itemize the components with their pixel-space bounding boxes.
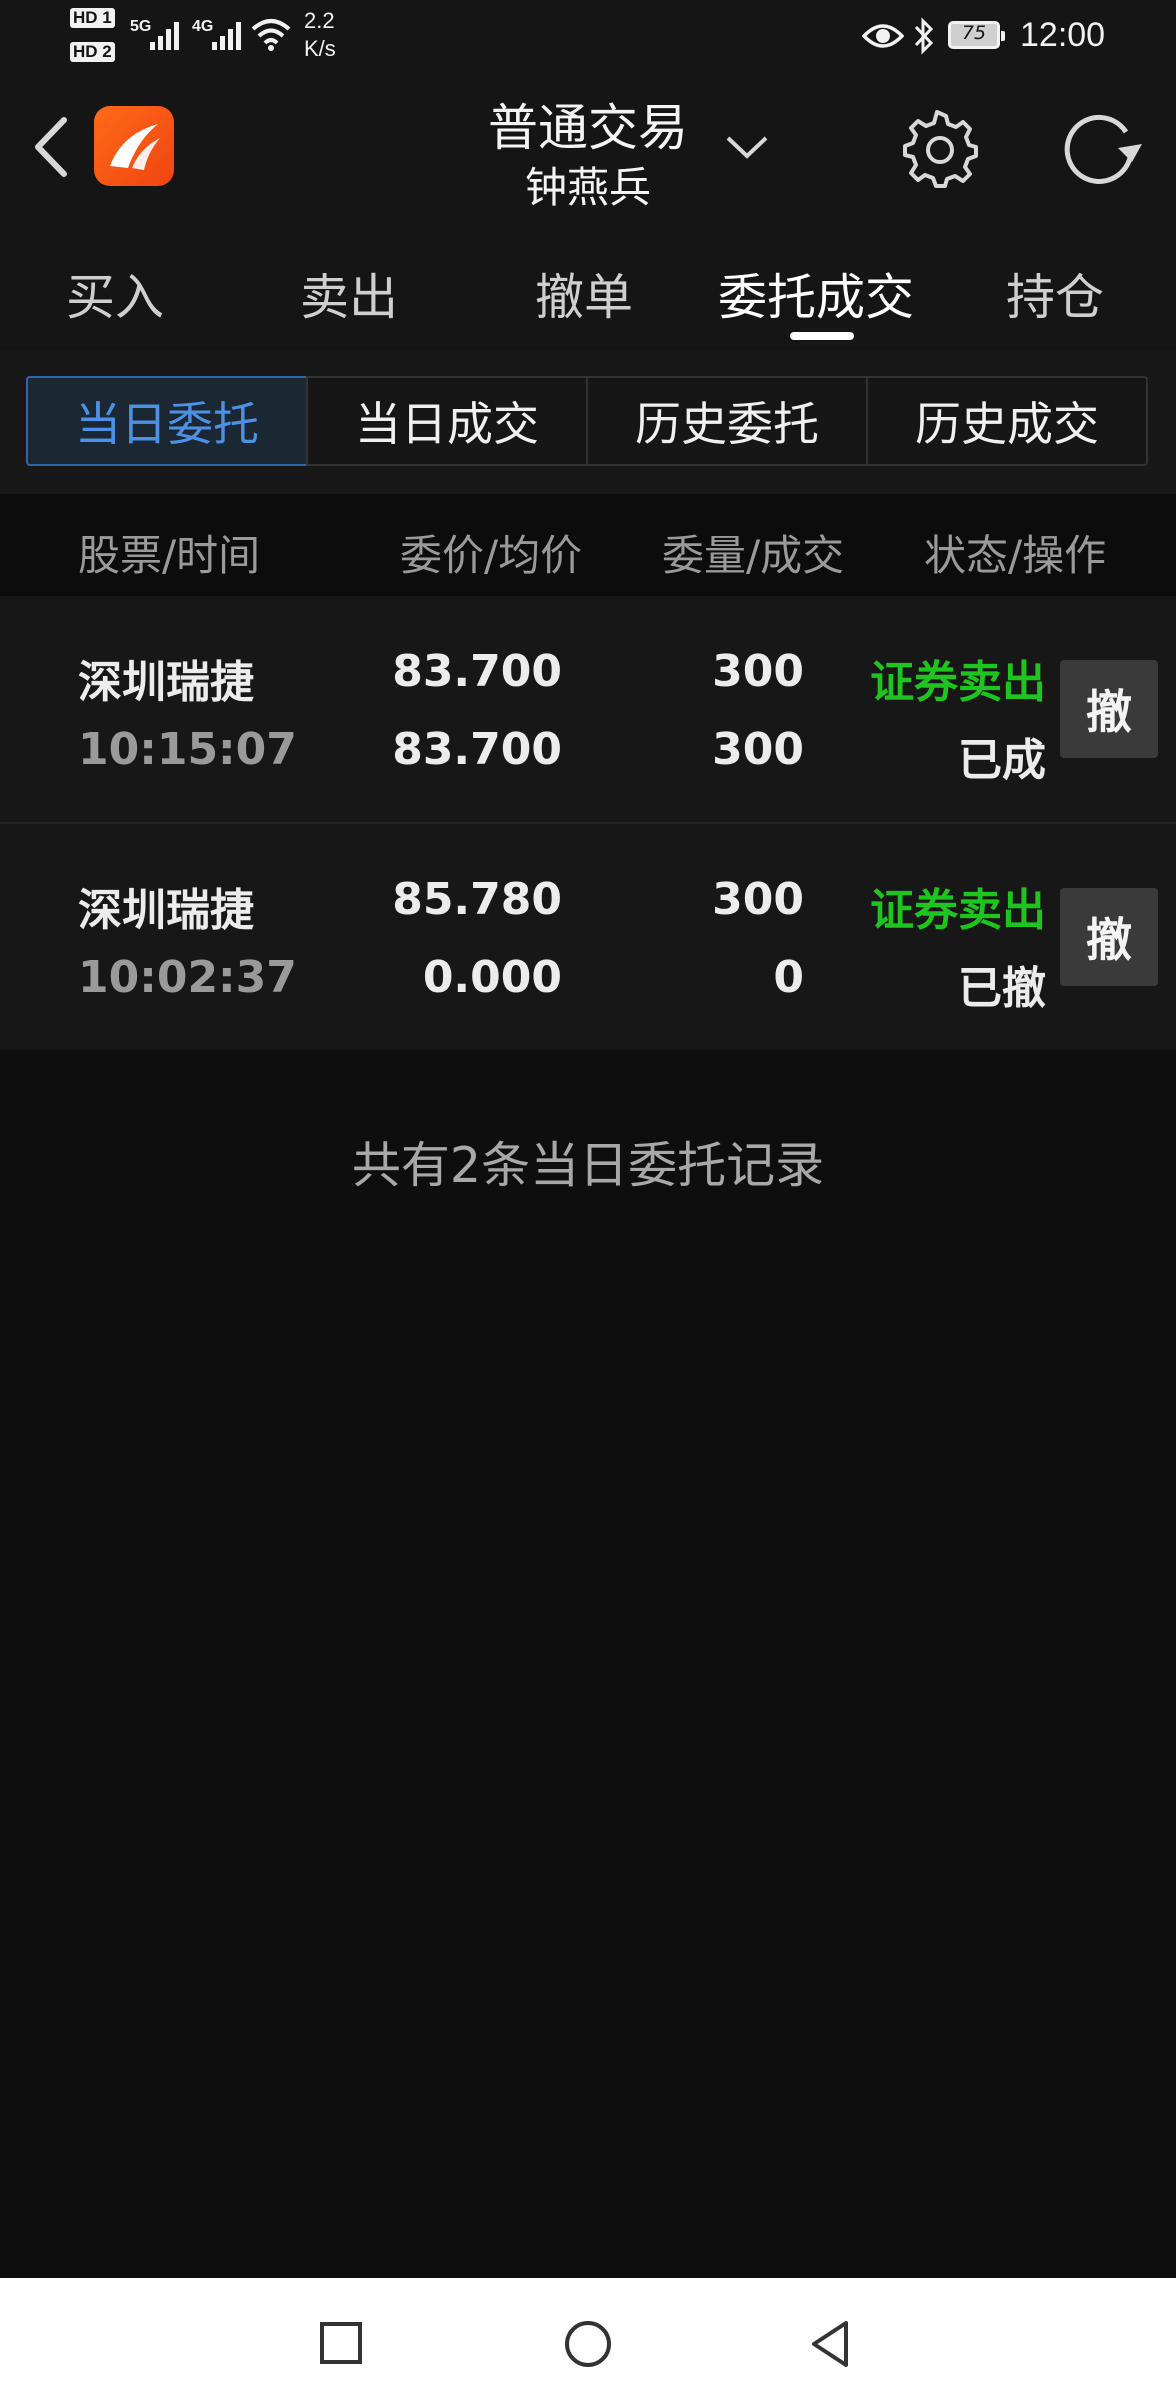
- order-side: 证券卖出: [870, 657, 1046, 708]
- page-title: 普通交易: [488, 99, 688, 157]
- app-header: 普通交易 钟燕兵: [0, 72, 1176, 222]
- filled-quantity: 0: [773, 952, 804, 1003]
- cancel-order-button[interactable]: 撤: [1060, 888, 1158, 986]
- wifi-icon: [251, 19, 291, 51]
- active-tab-indicator: [790, 332, 854, 340]
- order-quantity: 300: [712, 874, 804, 925]
- subtab-history-orders[interactable]: 历史委托: [586, 376, 868, 466]
- refresh-icon[interactable]: [1060, 108, 1144, 188]
- tab-sell[interactable]: 卖出: [300, 258, 398, 329]
- order-price: 85.780: [392, 874, 562, 925]
- order-time: 10:15:07: [78, 724, 297, 775]
- battery-level: 75: [961, 22, 987, 44]
- order-status: 已成: [958, 735, 1046, 786]
- records-summary: 共有2条当日委托记录: [351, 1137, 825, 1194]
- sim2-label: HD 2: [70, 42, 115, 62]
- tab-orders-trades[interactable]: 委托成交: [718, 258, 914, 329]
- column-stock-time: 股票/时间: [78, 531, 261, 580]
- sim1-label: HD 1: [70, 8, 115, 28]
- settings-gear-icon[interactable]: [896, 106, 978, 188]
- cancel-order-button[interactable]: 撤: [1060, 660, 1158, 758]
- stock-name: 深圳瑞捷: [78, 657, 254, 708]
- subtab-today-orders[interactable]: 当日委托: [26, 376, 308, 466]
- order-price: 83.700: [392, 646, 562, 697]
- clock: 12:00: [1020, 16, 1106, 54]
- column-status-action: 状态/操作: [924, 531, 1107, 580]
- order-side: 证券卖出: [870, 885, 1046, 936]
- subtab-history-trades[interactable]: 历史成交: [866, 376, 1148, 466]
- system-nav-bar: [0, 2278, 1176, 2400]
- status-bar: HD 1 HD 2 5G 4G 2.2 K/s 75 12:00: [0, 0, 1176, 72]
- stock-name: 深圳瑞捷: [78, 885, 254, 936]
- tab-buy[interactable]: 买入: [66, 258, 164, 329]
- signal-icon-2: [212, 22, 241, 50]
- tab-cancel-order[interactable]: 撤单: [535, 258, 633, 329]
- network-speed-unit: K/s: [304, 36, 336, 61]
- order-time: 10:02:37: [78, 952, 297, 1003]
- order-status: 已撤: [958, 963, 1046, 1014]
- column-price: 委价/均价: [400, 531, 583, 580]
- tab-positions[interactable]: 持仓: [1006, 258, 1104, 329]
- home-icon[interactable]: [562, 2318, 614, 2370]
- eye-icon: [862, 24, 904, 48]
- network-speed-value: 2.2: [304, 8, 335, 33]
- avg-price: 0.000: [422, 952, 562, 1003]
- subtab-today-trades[interactable]: 当日成交: [306, 376, 588, 466]
- account-dropdown-icon[interactable]: [724, 132, 770, 162]
- account-name[interactable]: 钟燕兵: [0, 154, 1176, 215]
- table-row[interactable]: 深圳瑞捷 10:15:07 83.700 83.700 300 300 证券卖出…: [0, 596, 1176, 822]
- order-quantity: 300: [712, 646, 804, 697]
- back-nav-icon[interactable]: [806, 2318, 854, 2370]
- signal-icon-1: [150, 22, 179, 50]
- battery-icon: 75: [948, 21, 1005, 49]
- recent-apps-icon[interactable]: [318, 2320, 364, 2366]
- table-header: 股票/时间 委价/均价 委量/成交 状态/操作: [0, 494, 1176, 596]
- main-tabs: 买入 卖出 撤单 委托成交 持仓: [0, 222, 1176, 350]
- table-row[interactable]: 深圳瑞捷 10:02:37 85.780 0.000 300 0 证券卖出 已撤…: [0, 824, 1176, 1050]
- avg-price: 83.700: [392, 724, 562, 775]
- filled-quantity: 300: [712, 724, 804, 775]
- bluetooth-icon: [914, 17, 934, 55]
- column-quantity: 委量/成交: [662, 531, 845, 580]
